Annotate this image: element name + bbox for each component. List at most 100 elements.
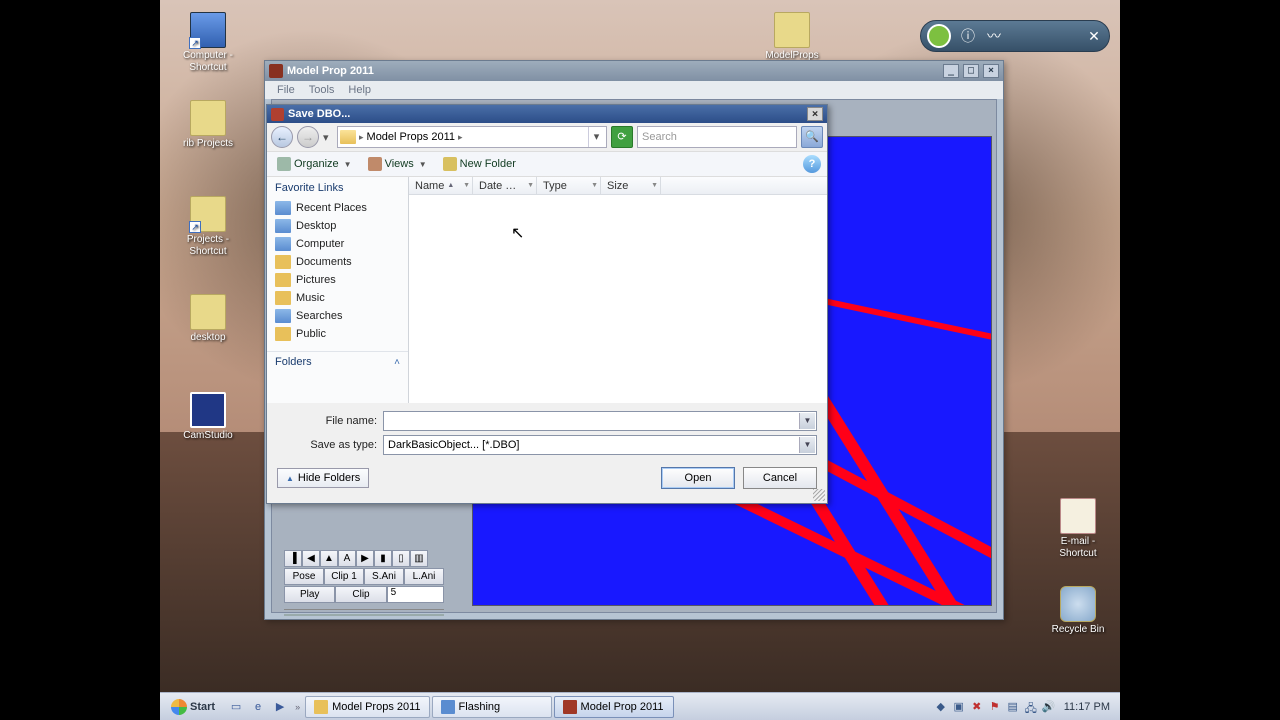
nav-forward-button[interactable]: →: [297, 126, 319, 148]
tray-icon[interactable]: ✖: [970, 700, 984, 714]
anim-icon-button[interactable]: ▥: [410, 550, 428, 567]
menu-tools[interactable]: Tools: [303, 83, 341, 97]
timeline-slider[interactable]: [284, 609, 444, 625]
refresh-button[interactable]: ⟳: [611, 126, 633, 148]
desktop-icon-projects[interactable]: ↗ Projects - Shortcut: [176, 196, 240, 258]
column-type[interactable]: Type▼: [537, 177, 601, 194]
desktop-icon-rib-projects[interactable]: rib Projects: [176, 100, 240, 150]
places-recent[interactable]: Recent Places: [267, 199, 408, 217]
gadget-chart-icon[interactable]: 〰: [985, 27, 1003, 45]
maximize-button[interactable]: □: [963, 64, 979, 78]
dialog-titlebar[interactable]: Save DBO... ×: [267, 105, 827, 123]
places-searches[interactable]: Searches: [267, 307, 408, 325]
desktop-icon-desktop-folder[interactable]: desktop: [176, 294, 240, 344]
tray-icon[interactable]: ◆: [934, 700, 948, 714]
desktop-icon-camstudio[interactable]: CamStudio: [176, 392, 240, 442]
gadget-info-icon[interactable]: ⓘ: [959, 27, 977, 45]
breadcrumb-sep-icon[interactable]: ▸: [359, 132, 364, 143]
desktop-icon-computer[interactable]: ↗ Computer - Shortcut: [176, 12, 240, 74]
clip-button[interactable]: Clip: [335, 586, 386, 603]
titlebar[interactable]: Model Prop 2011 _ □ ×: [265, 61, 1003, 81]
sidebar-gadget[interactable]: ⓘ 〰 ✕: [920, 20, 1110, 52]
desktop-icon-email[interactable]: E-mail - Shortcut: [1046, 498, 1110, 560]
filename-input[interactable]: ▼: [383, 411, 817, 431]
places-computer[interactable]: Computer: [267, 235, 408, 253]
chevron-down-icon[interactable]: ▼: [799, 413, 815, 429]
chevron-down-icon[interactable]: ▼: [463, 182, 470, 189]
breadcrumb[interactable]: ▸ Model Props 2011 ▸ ▾: [337, 126, 607, 148]
dialog-title: Save DBO...: [288, 108, 803, 120]
places-documents[interactable]: Documents: [267, 253, 408, 271]
clip1-button[interactable]: Clip 1: [324, 568, 364, 585]
clip-value-input[interactable]: 5: [387, 586, 444, 603]
desktop-icon-recycle-bin[interactable]: Recycle Bin: [1046, 586, 1110, 636]
taskbar-item-model-prop[interactable]: Model Prop 2011: [554, 696, 674, 718]
tray-network-icon[interactable]: 🖧: [1024, 700, 1038, 714]
search-go-button[interactable]: 🔍: [801, 126, 823, 148]
open-button[interactable]: Open: [661, 467, 735, 489]
start-button[interactable]: Start: [162, 696, 224, 718]
taskbar-item-flashing[interactable]: Flashing: [432, 696, 552, 718]
quicklaunch-ie[interactable]: e: [248, 697, 268, 717]
nav-history-dropdown[interactable]: ▾: [323, 131, 333, 144]
quicklaunch-more[interactable]: »: [292, 702, 303, 712]
app-icon: [441, 700, 455, 714]
close-button[interactable]: ×: [983, 64, 999, 78]
menu-file[interactable]: File: [271, 83, 301, 97]
tray-icon[interactable]: ▣: [952, 700, 966, 714]
chevron-down-icon[interactable]: ▼: [651, 182, 658, 189]
resize-grip-icon[interactable]: [813, 489, 825, 501]
column-name[interactable]: Name▲▼: [409, 177, 473, 194]
new-folder-button[interactable]: New Folder: [439, 155, 520, 173]
lani-button[interactable]: L.Ani: [404, 568, 444, 585]
column-size[interactable]: Size▼: [601, 177, 661, 194]
saveas-type-select[interactable]: DarkBasicObject... [*.DBO]▼: [383, 435, 817, 455]
folder-icon: [190, 100, 226, 136]
breadcrumb-sep-icon[interactable]: ▸: [458, 132, 463, 143]
cancel-button[interactable]: Cancel: [743, 467, 817, 489]
minimize-button[interactable]: _: [943, 64, 959, 78]
places-desktop[interactable]: Desktop: [267, 217, 408, 235]
hide-folders-button[interactable]: ▲ Hide Folders: [277, 468, 369, 488]
taskbar-item-folder[interactable]: Model Props 2011: [305, 696, 429, 718]
chevron-down-icon[interactable]: ▼: [591, 182, 598, 189]
quicklaunch-media[interactable]: ▶: [270, 697, 290, 717]
search-input[interactable]: Search: [637, 126, 797, 148]
menu-help[interactable]: Help: [342, 83, 377, 97]
places-music[interactable]: Music: [267, 289, 408, 307]
help-button[interactable]: ?: [803, 155, 821, 173]
app-icon: [269, 64, 283, 78]
anim-icon-button[interactable]: ▐: [284, 550, 302, 567]
places-public[interactable]: Public: [267, 325, 408, 343]
dialog-close-button[interactable]: ×: [807, 107, 823, 121]
desktop-icon-modelprops[interactable]: ModelProps: [760, 12, 824, 62]
sani-button[interactable]: S.Ani: [364, 568, 404, 585]
file-list[interactable]: ↖: [409, 195, 827, 403]
folders-toggle[interactable]: Folders ˄: [267, 351, 408, 372]
organize-button[interactable]: Organize ▼: [273, 155, 356, 173]
tray-icon[interactable]: ▤: [1006, 700, 1020, 714]
quicklaunch-show-desktop[interactable]: ▭: [226, 697, 246, 717]
tray-clock[interactable]: 11:17 PM: [1060, 701, 1114, 713]
breadcrumb-dropdown[interactable]: ▾: [588, 127, 604, 147]
chevron-down-icon[interactable]: ▼: [527, 182, 534, 189]
anim-icon-button[interactable]: ▮: [374, 550, 392, 567]
places-pictures[interactable]: Pictures: [267, 271, 408, 289]
breadcrumb-item[interactable]: Model Props 2011: [367, 131, 455, 143]
anim-icon-button[interactable]: ▲: [320, 550, 338, 567]
folder-icon: [275, 255, 291, 269]
anim-icon-button[interactable]: ◀: [302, 550, 320, 567]
anim-icon-button[interactable]: ▶: [356, 550, 374, 567]
play-button[interactable]: Play: [284, 586, 335, 603]
chevron-down-icon[interactable]: ▼: [799, 437, 815, 453]
chevron-down-icon: ▼: [419, 160, 427, 169]
anim-icon-button[interactable]: А: [338, 550, 356, 567]
nav-back-button[interactable]: ←: [271, 126, 293, 148]
tray-icon[interactable]: ⚑: [988, 700, 1002, 714]
anim-icon-button[interactable]: ▯: [392, 550, 410, 567]
pose-button[interactable]: Pose: [284, 568, 324, 585]
column-date[interactable]: Date …▼: [473, 177, 537, 194]
tray-volume-icon[interactable]: 🔊: [1042, 700, 1056, 714]
views-button[interactable]: Views ▼: [364, 155, 431, 173]
gadget-close-icon[interactable]: ✕: [1085, 27, 1103, 45]
